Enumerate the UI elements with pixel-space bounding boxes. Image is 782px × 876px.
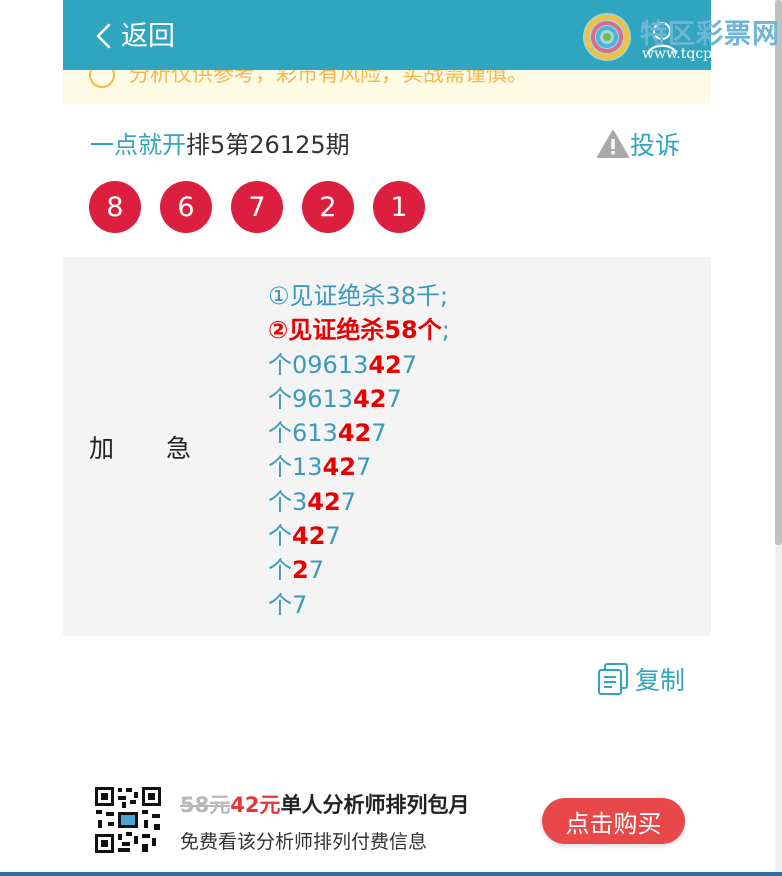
- promo-price-line: 58元42元单人分析师排列包月: [180, 789, 469, 819]
- row-prefix: 个: [268, 556, 292, 585]
- original-price: 58元: [180, 793, 231, 817]
- urgent-label: 加急: [89, 429, 191, 465]
- result-ball: 8: [89, 181, 141, 233]
- buy-button[interactable]: 点击购买: [542, 798, 685, 844]
- row-highlight: 42: [307, 487, 341, 516]
- package-name: 单人分析师排列包月: [280, 793, 470, 817]
- prediction-panel: 加急 ①见证绝杀38千; ②见证绝杀58个; 个09613427 个961342…: [63, 257, 711, 636]
- row-highlight: 42: [368, 350, 402, 379]
- info-icon: [89, 70, 115, 88]
- prediction-lines: ①见证绝杀38千; ②见证绝杀58个; 个09613427 个9613427 个…: [268, 279, 450, 622]
- copy-button[interactable]: 复制: [597, 661, 685, 697]
- logo-url: www.tqcp.net: [642, 46, 740, 62]
- warning-icon: [597, 130, 629, 158]
- urgent-label-left: 加: [89, 434, 115, 463]
- prediction-line: ①见证绝杀38千;: [268, 282, 449, 310]
- row-suffix: 7: [355, 453, 372, 482]
- swirl-logo-icon: [583, 13, 631, 61]
- row-highlight: 42: [292, 522, 326, 551]
- prediction-row: 个427: [268, 519, 450, 553]
- row-highlight: 42: [322, 453, 356, 482]
- result-ball: 2: [302, 181, 354, 233]
- draw-result-balls: 8 6 7 2 1: [89, 181, 425, 233]
- row-prefix: 个9613: [268, 384, 354, 413]
- row-prefix: 个09613: [268, 350, 369, 379]
- row-suffix: 7: [401, 350, 418, 379]
- risk-notice-bar: 分析仅供参考，彩市有风险，实战需谨慎。: [63, 70, 711, 104]
- prediction-row: 个3427: [268, 485, 450, 519]
- urgent-label-right: 急: [166, 434, 192, 463]
- prediction-row: 个13427: [268, 450, 450, 484]
- qr-code-icon: [94, 786, 162, 854]
- row-suffix: 7: [386, 384, 402, 413]
- analyst-name-link[interactable]: 一点就开: [90, 131, 186, 159]
- back-button[interactable]: 返回: [121, 18, 175, 56]
- prediction-line-emphasis: ②见证绝杀58个;: [268, 313, 450, 347]
- row-highlight: 2: [292, 556, 309, 585]
- scrollbar-track[interactable]: [775, 0, 782, 876]
- copy-label: 复制: [635, 666, 686, 695]
- row-prefix: 个: [268, 522, 292, 551]
- complain-label: 投诉: [630, 131, 681, 160]
- result-ball: 6: [160, 181, 212, 233]
- sale-price: 42元: [230, 793, 281, 817]
- row-suffix: 7: [340, 487, 356, 516]
- complain-button[interactable]: 投诉: [596, 126, 680, 162]
- row-prefix: 个613: [268, 419, 338, 448]
- row-prefix: 个7: [268, 590, 308, 619]
- result-ball: 1: [373, 181, 425, 233]
- row-highlight: 42: [353, 384, 387, 413]
- prediction-line-main: ②见证绝杀58个: [268, 316, 442, 345]
- risk-notice-text: 分析仅供参考，彩市有风险，实战需谨慎。: [129, 70, 528, 86]
- prediction-row: 个09613427: [268, 348, 450, 382]
- window-bottom-edge: [0, 872, 782, 876]
- copy-icon: [598, 663, 628, 695]
- prediction-line-semicolon: ;: [441, 316, 450, 345]
- prediction-row: 个9613427: [268, 382, 450, 416]
- prediction-row: 个27: [268, 553, 450, 587]
- chevron-left-icon[interactable]: [93, 22, 115, 50]
- result-ball: 7: [231, 181, 283, 233]
- issue-label: 排5第26125期: [186, 131, 350, 159]
- row-suffix: 7: [325, 522, 341, 551]
- package-description: 免费看该分析师排列付费信息: [180, 831, 428, 853]
- row-suffix: 7: [371, 419, 387, 448]
- row-suffix: 7: [308, 556, 324, 585]
- scrollbar-thumb[interactable]: [775, 0, 782, 545]
- issue-title: 一点就开排5第26125期: [90, 128, 350, 162]
- site-watermark-logo: 特区彩票网 www.tqcp.net: [580, 6, 780, 68]
- row-prefix: 个3: [268, 487, 308, 516]
- prediction-row: 个613427: [268, 416, 450, 450]
- row-prefix: 个13: [268, 453, 323, 482]
- row-highlight: 42: [337, 419, 372, 448]
- prediction-row: 个7: [268, 588, 450, 622]
